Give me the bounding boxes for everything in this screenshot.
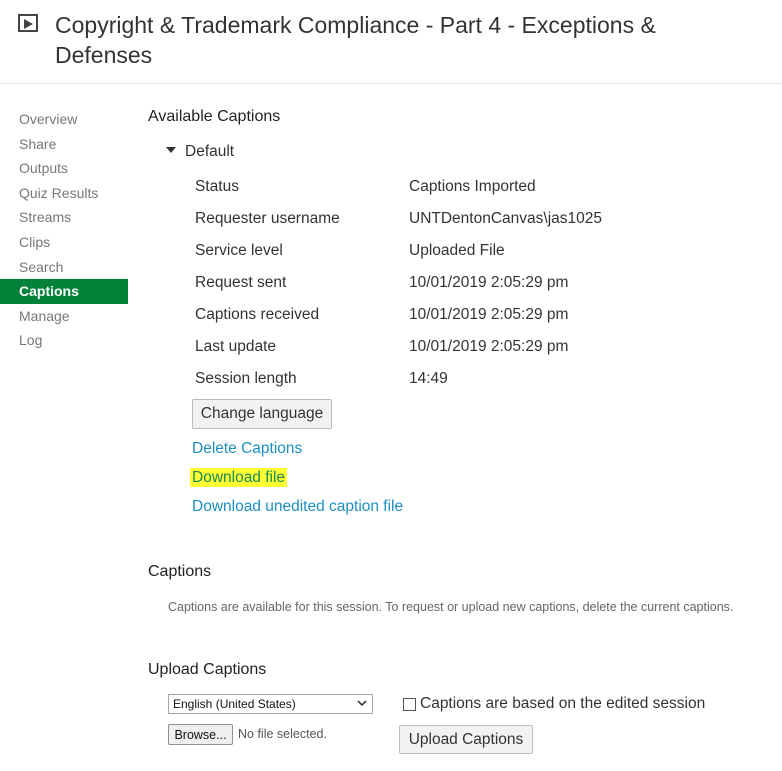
row-value: UNTDentonCanvas\jas1025	[409, 210, 602, 227]
caret-down-icon	[166, 147, 176, 153]
nav-item-log[interactable]: Log	[0, 328, 128, 353]
language-select-value: English (United States)	[173, 697, 296, 711]
captions-heading: Captions	[148, 563, 212, 580]
row-label: Service level	[195, 242, 283, 259]
row-value: 10/01/2019 2:05:29 pm	[409, 338, 569, 355]
row-label: Request sent	[195, 274, 287, 291]
browse-button[interactable]: Browse...	[168, 724, 233, 745]
no-file-selected-text: No file selected.	[238, 727, 327, 741]
page-title: Copyright & Trademark Compliance - Part …	[55, 12, 656, 68]
play-icon[interactable]	[18, 14, 38, 32]
info-row-service-level: Service level Uploaded File	[195, 242, 775, 266]
info-row-session-length: Session length 14:49	[195, 370, 775, 394]
default-toggle[interactable]: Default	[166, 143, 234, 161]
info-row-request-sent: Request sent 10/01/2019 2:05:29 pm	[195, 274, 775, 298]
nav-item-outputs[interactable]: Outputs	[0, 156, 128, 181]
chevron-down-icon	[357, 700, 367, 707]
row-label: Status	[195, 178, 239, 195]
captions-info-text: Captions are available for this session.…	[168, 600, 734, 614]
row-label: Last update	[195, 338, 277, 355]
row-value: 10/01/2019 2:05:29 pm	[409, 274, 569, 291]
info-row-status: Status Captions Imported	[195, 178, 775, 202]
default-toggle-label: Default	[185, 143, 235, 160]
row-label: Captions received	[195, 306, 320, 323]
row-value: Uploaded File	[409, 242, 505, 259]
row-value: Captions Imported	[409, 178, 536, 195]
language-select[interactable]: English (United States)	[168, 694, 373, 714]
download-unedited-link[interactable]: Download unedited caption file	[192, 498, 403, 516]
sidebar-nav: Overview Share Outputs Quiz Results Stre…	[0, 107, 128, 353]
nav-item-clips[interactable]: Clips	[0, 230, 128, 255]
page-header: Copyright & Trademark Compliance - Part …	[0, 0, 782, 84]
info-row-last-update: Last update 10/01/2019 2:05:29 pm	[195, 338, 775, 362]
row-value: 14:49	[409, 370, 448, 387]
download-file-link[interactable]: Download file	[190, 468, 288, 487]
nav-item-share[interactable]: Share	[0, 132, 128, 157]
change-language-button[interactable]: Change language	[192, 399, 332, 429]
edited-session-checkbox-label: Captions are based on the edited session	[420, 695, 706, 712]
nav-item-search[interactable]: Search	[0, 255, 128, 280]
row-label: Requester username	[195, 210, 340, 227]
upload-captions-heading: Upload Captions	[148, 661, 267, 678]
upload-captions-button[interactable]: Upload Captions	[399, 725, 533, 754]
download-file-label: Download file	[190, 468, 288, 487]
edited-session-checkbox[interactable]	[403, 698, 416, 711]
nav-item-quiz-results[interactable]: Quiz Results	[0, 181, 128, 206]
row-label: Session length	[195, 370, 297, 387]
info-row-requester: Requester username UNTDentonCanvas\jas10…	[195, 210, 775, 234]
nav-item-streams[interactable]: Streams	[0, 205, 128, 230]
row-value: 10/01/2019 2:05:29 pm	[409, 306, 569, 323]
available-captions-heading: Available Captions	[148, 108, 281, 125]
nav-item-manage[interactable]: Manage	[0, 304, 128, 329]
nav-item-captions[interactable]: Captions	[0, 279, 128, 304]
info-row-captions-received: Captions received 10/01/2019 2:05:29 pm	[195, 306, 775, 330]
delete-captions-link[interactable]: Delete Captions	[192, 440, 302, 458]
nav-item-overview[interactable]: Overview	[0, 107, 128, 132]
